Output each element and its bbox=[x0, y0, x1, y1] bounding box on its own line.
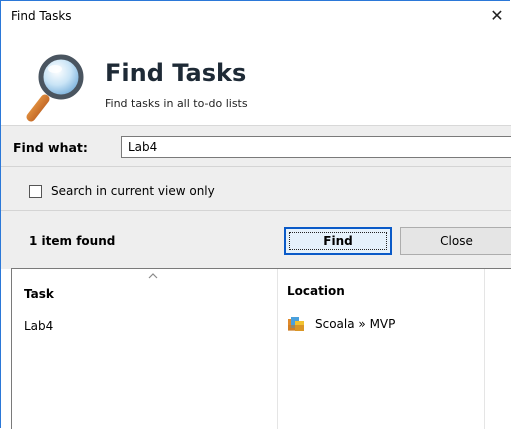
result-count-text: 1 item found bbox=[29, 234, 116, 248]
dialog-heading: Find Tasks bbox=[105, 59, 247, 87]
focus-rectangle bbox=[289, 232, 387, 250]
divider bbox=[1, 210, 511, 211]
find-tasks-window: Find Tasks ✕ Find Tasks Find tasks in al… bbox=[0, 0, 511, 429]
column-divider[interactable] bbox=[277, 269, 278, 429]
column-divider[interactable] bbox=[484, 269, 485, 429]
divider bbox=[1, 166, 511, 167]
search-panel: Find what: Lab4 Search in current view o… bbox=[1, 125, 511, 269]
column-header-task[interactable]: Task bbox=[24, 287, 54, 301]
search-current-view-checkbox[interactable] bbox=[29, 184, 42, 198]
result-task-cell[interactable]: Lab4 bbox=[24, 319, 53, 333]
dialog-header: Find Tasks Find tasks in all to-do lists bbox=[1, 31, 511, 125]
find-button[interactable]: Find bbox=[284, 227, 392, 255]
close-button[interactable]: Close bbox=[400, 227, 511, 255]
result-location-text: Scoala » MVP bbox=[315, 317, 396, 331]
magnifier-icon bbox=[26, 54, 84, 122]
title-bar: Find Tasks ✕ bbox=[1, 1, 511, 31]
window-title: Find Tasks bbox=[11, 9, 72, 23]
result-location-cell[interactable]: Scoala » MVP bbox=[287, 316, 395, 332]
search-current-view-label: Search in current view only bbox=[51, 184, 215, 198]
search-current-view-option[interactable]: Search in current view only bbox=[29, 183, 215, 199]
results-list[interactable]: Task Location Lab4 Scoala » MVP bbox=[11, 268, 511, 429]
close-button-label: Close bbox=[440, 234, 473, 248]
find-what-label: Find what: bbox=[13, 140, 88, 155]
dialog-subtitle: Find tasks in all to-do lists bbox=[105, 97, 248, 110]
close-window-icon[interactable]: ✕ bbox=[484, 3, 510, 29]
find-what-input[interactable]: Lab4 bbox=[121, 136, 511, 158]
column-header-location[interactable]: Location bbox=[287, 284, 345, 298]
folder-icon bbox=[288, 317, 304, 331]
sort-ascending-icon bbox=[148, 273, 158, 279]
